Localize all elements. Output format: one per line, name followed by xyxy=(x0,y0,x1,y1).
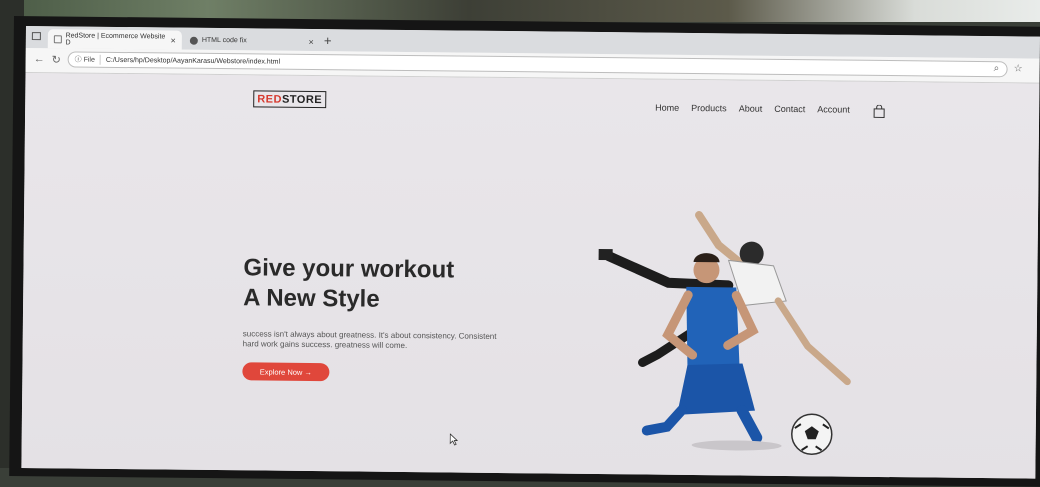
hero-title-line1: Give your workout xyxy=(243,254,455,284)
url-text: C:/Users/hp/Desktop/AayanKarasu/Webstore… xyxy=(105,56,281,66)
page-icon xyxy=(53,34,62,43)
nav-contact[interactable]: Contact xyxy=(774,104,805,114)
screen: RedStore | Ecommerce Website D × HTML co… xyxy=(21,26,1040,479)
logo-dark-text: STORE xyxy=(281,93,323,106)
hero-title-line2: A New Style xyxy=(243,284,380,313)
sidebar-icon[interactable] xyxy=(31,32,41,41)
url-prefix: File xyxy=(83,56,95,64)
logo-red-text: RED xyxy=(257,92,283,106)
tab-title: HTML code fix xyxy=(201,36,247,45)
refresh-icon[interactable]: ↻ xyxy=(52,53,61,66)
cart-icon[interactable] xyxy=(873,104,885,118)
nav-about[interactable]: About xyxy=(739,103,763,113)
tab-html-code-fix[interactable]: HTML code fix × xyxy=(184,31,320,51)
explore-now-button[interactable]: Explore Now → xyxy=(242,362,330,382)
nav-home[interactable]: Home xyxy=(655,103,679,113)
tab-redstore[interactable]: RedStore | Ecommerce Website D × xyxy=(47,29,182,50)
new-tab-button[interactable]: + xyxy=(324,33,332,48)
zoom-icon[interactable]: ⌕ xyxy=(994,63,1000,74)
close-icon[interactable]: × xyxy=(171,35,176,45)
back-icon[interactable]: ← xyxy=(34,53,45,65)
close-icon[interactable]: × xyxy=(309,36,314,46)
hero-description: success isn't always about greatness. It… xyxy=(243,329,533,352)
site-nav: Home Products About Contact Account xyxy=(655,103,850,115)
nav-account[interactable]: Account xyxy=(817,104,850,114)
tab-title: RedStore | Ecommerce Website D xyxy=(65,31,166,46)
info-icon[interactable]: ⓘ File xyxy=(74,54,101,65)
star-icon[interactable]: ☆ xyxy=(1014,63,1023,74)
hero-image-footballers xyxy=(598,211,851,456)
site-logo[interactable]: RED STORE xyxy=(253,90,327,109)
mouse-cursor-icon xyxy=(449,433,458,446)
hero-title: Give your workout A New Style xyxy=(243,253,524,316)
web-page: RED STORE Home Products About Contact Acc… xyxy=(21,72,1040,479)
nav-products[interactable]: Products xyxy=(691,103,727,113)
globe-icon xyxy=(189,36,198,45)
